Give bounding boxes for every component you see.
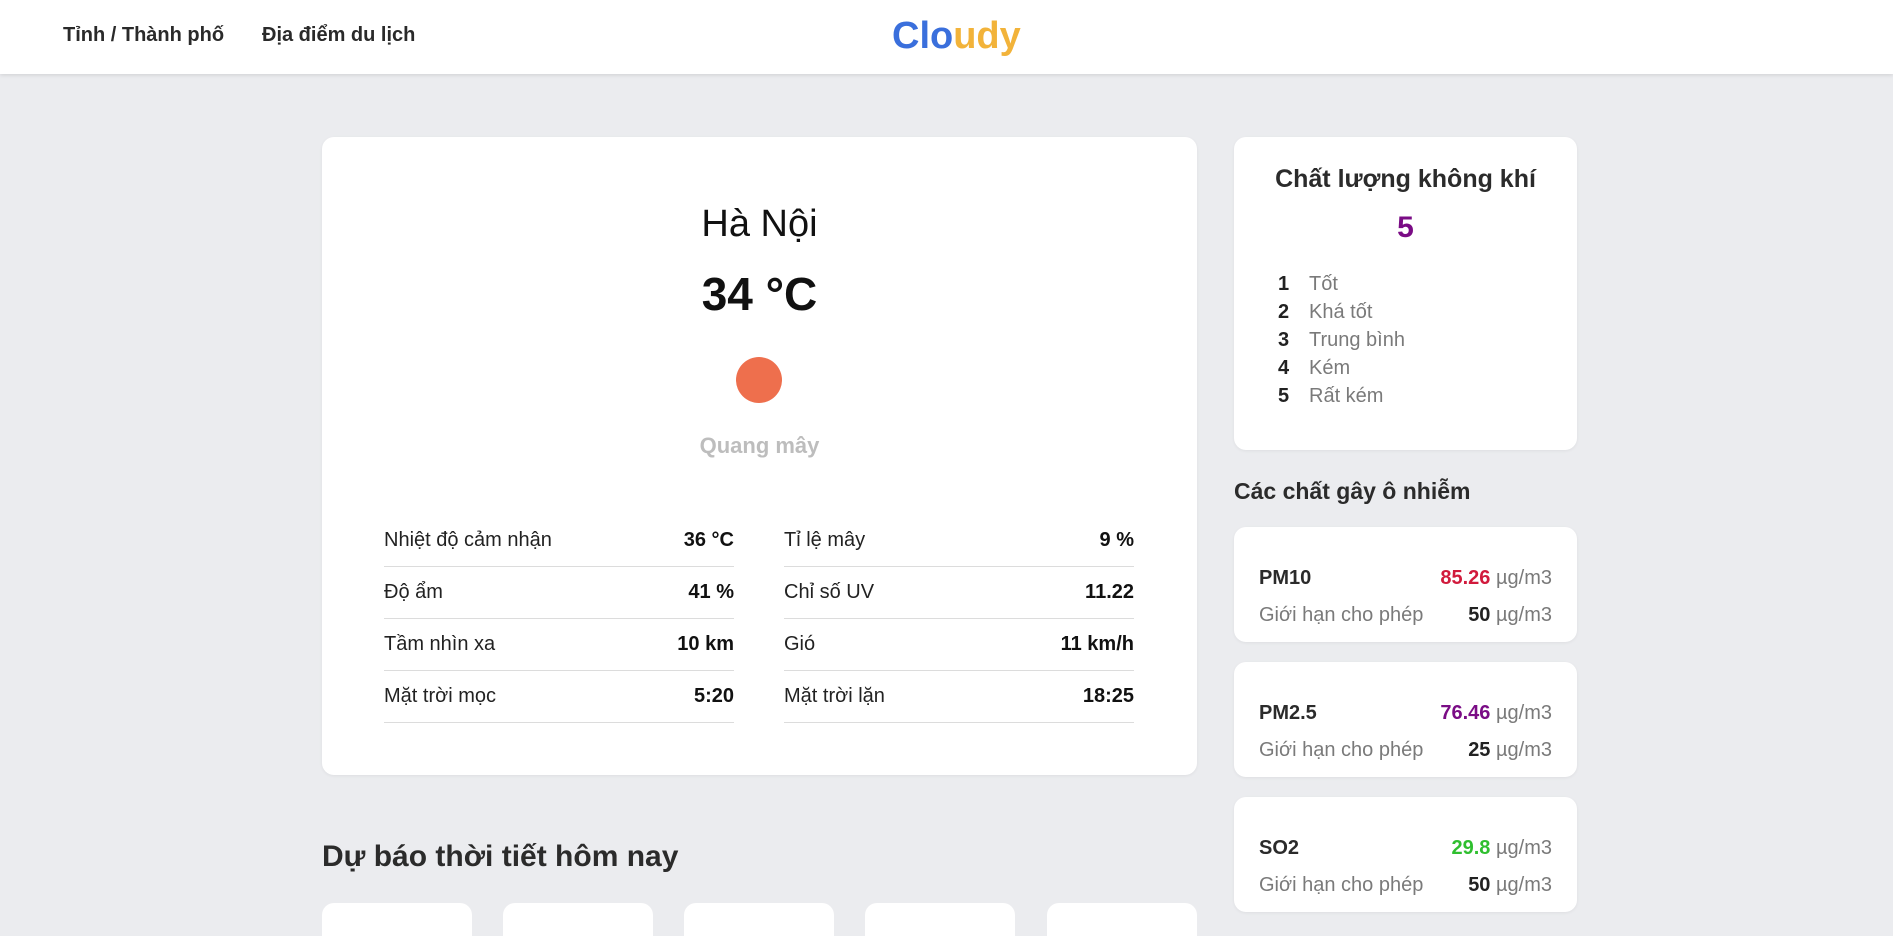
pollutant-value-row: PM2.5 76.46 µg/m3 <box>1259 702 1552 725</box>
aqi-legend-num: 5 <box>1278 385 1290 407</box>
stat-value: 11 km/h <box>1060 633 1134 655</box>
stat-row: Chỉ số UV 11.22 <box>784 567 1134 619</box>
aqi-legend-num: 1 <box>1278 273 1290 295</box>
limit-unit: µg/m3 <box>1496 739 1552 761</box>
pollutant-value: 76.46 <box>1440 702 1491 724</box>
pollutant-value-row: SO2 29.8 µg/m3 <box>1259 837 1552 860</box>
aqi-title: Chất lượng không khí <box>1275 165 1536 193</box>
nav-provinces-link[interactable]: Tỉnh / Thành phố <box>63 24 224 47</box>
stat-label: Gió <box>784 633 816 655</box>
pollutant-card-pm25: PM2.5 76.46 µg/m3 Giới hạn cho phép 25 µ… <box>1234 662 1577 777</box>
forecast-section-title: Dự báo thời tiết hôm nay <box>322 840 679 873</box>
stat-label: Độ ẩm <box>384 581 443 603</box>
aqi-legend-item: 4 Kém <box>1278 357 1405 385</box>
aqi-legend-text: Tốt <box>1309 273 1338 295</box>
pollutant-limit-row: Giới hạn cho phép 50 µg/m3 <box>1259 604 1552 627</box>
stat-value: 5:20 <box>693 685 734 707</box>
pollutant-card-pm10: PM10 85.26 µg/m3 Giới hạn cho phép 50 µg… <box>1234 527 1577 642</box>
aqi-legend-text: Kém <box>1309 357 1351 379</box>
weather-condition: Quang mây <box>699 433 820 458</box>
limit-reading: 25 µg/m3 <box>1468 739 1552 762</box>
forecast-card[interactable] <box>322 903 472 936</box>
pollutant-reading: 76.46 µg/m3 <box>1440 702 1552 725</box>
stat-label: Mặt trời lặn <box>784 685 885 707</box>
limit-unit: µg/m3 <box>1496 604 1552 626</box>
aqi-legend-item: 1 Tốt <box>1278 273 1405 301</box>
forecast-card[interactable] <box>503 903 653 936</box>
current-weather-card: Hà Nội 34 °C Quang mây Nhiệt độ cảm nhận… <box>322 137 1197 775</box>
stat-value: 11.22 <box>1085 581 1134 603</box>
limit-value: 25 <box>1468 739 1491 761</box>
pollutant-reading: 85.26 µg/m3 <box>1440 567 1552 590</box>
limit-label: Giới hạn cho phép <box>1259 604 1424 626</box>
pollutant-name: PM2.5 <box>1259 702 1317 724</box>
stat-value: 10 km <box>677 633 734 655</box>
forecast-card[interactable] <box>684 903 834 936</box>
sun-icon <box>736 357 782 403</box>
pollutant-unit: µg/m3 <box>1496 702 1552 724</box>
nav-tourist-places-link[interactable]: Địa điểm du lịch <box>262 24 415 47</box>
current-temperature: 34 °C <box>701 268 818 320</box>
stats-right-column: Tỉ lệ mây 9 % Chỉ số UV 11.22 Gió 11 km/… <box>784 515 1134 723</box>
forecast-card[interactable] <box>1047 903 1197 936</box>
aqi-legend-item: 3 Trung bình <box>1278 329 1405 357</box>
stat-label: Mặt trời mọc <box>384 685 497 707</box>
stat-row: Gió 11 km/h <box>784 619 1134 671</box>
aqi-legend-num: 2 <box>1278 301 1290 323</box>
stat-label: Tầm nhìn xa <box>384 633 496 655</box>
forecast-card[interactable] <box>865 903 1015 936</box>
stat-row: Độ ẩm 41 % <box>384 567 734 619</box>
stat-label: Chỉ số UV <box>784 581 875 603</box>
pollutant-reading: 29.8 µg/m3 <box>1452 837 1553 860</box>
stat-value: 41 % <box>688 581 734 603</box>
pollutant-limit-row: Giới hạn cho phép 25 µg/m3 <box>1259 739 1552 762</box>
pollutant-card-so2: SO2 29.8 µg/m3 Giới hạn cho phép 50 µg/m… <box>1234 797 1577 912</box>
aqi-legend-text: Trung bình <box>1309 329 1405 351</box>
pollutant-limit-row: Giới hạn cho phép 50 µg/m3 <box>1259 874 1552 897</box>
aqi-legend-text: Khá tốt <box>1309 301 1373 323</box>
stat-value: 18:25 <box>1082 685 1134 707</box>
pollutant-value: 85.26 <box>1440 567 1491 589</box>
aqi-legend: 1 Tốt 2 Khá tốt 3 Trung bình 4 Kém 5 Rất… <box>1278 273 1405 413</box>
aqi-legend-item: 2 Khá tốt <box>1278 301 1405 329</box>
top-header: Tỉnh / Thành phố Địa điểm du lịch Cloudy <box>0 0 1893 74</box>
pollutants-title: Các chất gây ô nhiễm <box>1234 478 1471 504</box>
stat-label: Tỉ lệ mây <box>784 529 866 551</box>
air-quality-card: Chất lượng không khí 5 1 Tốt 2 Khá tốt 3… <box>1234 137 1577 450</box>
limit-unit: µg/m3 <box>1496 874 1552 896</box>
stat-row: Mặt trời lặn 18:25 <box>784 671 1134 723</box>
aqi-legend-num: 4 <box>1278 357 1290 379</box>
pollutant-value: 29.8 <box>1451 837 1491 859</box>
pollutant-name: SO2 <box>1259 837 1300 859</box>
stat-row: Tầm nhìn xa 10 km <box>384 619 734 671</box>
aqi-legend-item: 5 Rất kém <box>1278 385 1405 413</box>
limit-label: Giới hạn cho phép <box>1259 874 1424 896</box>
limit-value: 50 <box>1468 874 1491 896</box>
limit-reading: 50 µg/m3 <box>1468 874 1552 897</box>
stat-label: Nhiệt độ cảm nhận <box>384 529 552 551</box>
city-name: Hà Nội <box>701 203 818 245</box>
stat-row: Mặt trời mọc 5:20 <box>384 671 734 723</box>
stats-left-column: Nhiệt độ cảm nhận 36 °C Độ ẩm 41 % Tầm n… <box>384 515 734 723</box>
limit-label: Giới hạn cho phép <box>1259 739 1424 761</box>
pollutant-name: PM10 <box>1259 567 1312 589</box>
limit-value: 50 <box>1468 604 1491 626</box>
stat-row: Nhiệt độ cảm nhận 36 °C <box>384 515 734 567</box>
stat-value: 9 % <box>1099 529 1134 551</box>
pollutant-unit: µg/m3 <box>1496 837 1552 859</box>
stat-value: 36 °C <box>683 529 734 551</box>
aqi-legend-num: 3 <box>1278 329 1290 351</box>
cloudy-logo[interactable]: Cloudy <box>892 15 1021 58</box>
aqi-value: 5 <box>1397 211 1414 244</box>
logo-part-yellow: udy <box>953 15 1021 57</box>
stat-row: Tỉ lệ mây 9 % <box>784 515 1134 567</box>
logo-part-blue: Clo <box>892 15 954 57</box>
pollutant-value-row: PM10 85.26 µg/m3 <box>1259 567 1552 590</box>
limit-reading: 50 µg/m3 <box>1468 604 1552 627</box>
pollutant-unit: µg/m3 <box>1496 567 1552 589</box>
aqi-legend-text: Rất kém <box>1309 385 1384 407</box>
